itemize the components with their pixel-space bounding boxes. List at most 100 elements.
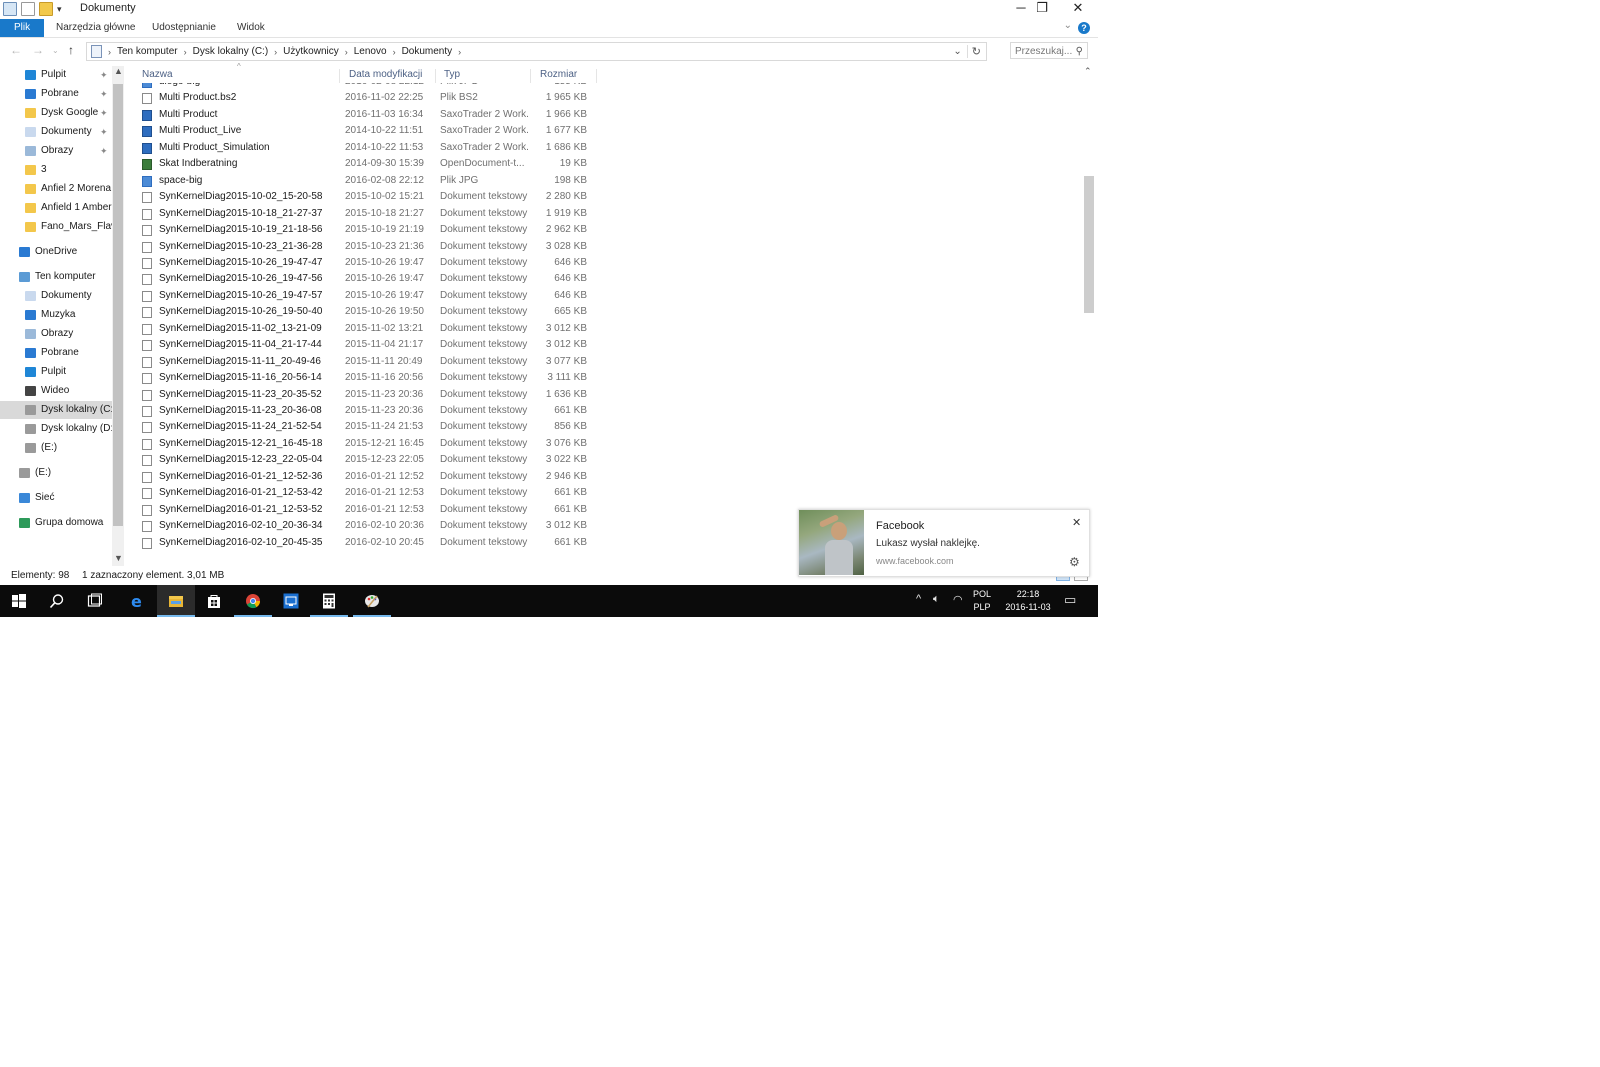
file-row[interactable]: Skat Indberatning 2014-09-30 15:39 OpenDoc…	[130, 156, 600, 172]
scroll-down-arrow-icon[interactable]: ▼	[114, 553, 123, 563]
sidebar-item[interactable]: (E:)	[0, 439, 112, 457]
file-row[interactable]: SynKernelDiag2015-12-23_22-05-04 2015-12-…	[130, 452, 600, 468]
sidebar-item[interactable]: Dokumenty ✦	[0, 123, 112, 141]
file-row[interactable]: SynKernelDiag2016-01-21_12-52-36 2016-01-…	[130, 469, 600, 485]
file-row[interactable]: SynKernelDiag2015-11-04_21-17-44 2015-11-…	[130, 337, 600, 353]
remote-desktop-app[interactable]	[272, 585, 310, 617]
file-row[interactable]: space-big 2016-02-08 22:12 Plik JPG 198 KB	[130, 173, 600, 189]
file-row[interactable]: Multi Product_Live 2014-10-22 11:51 SaxoTr…	[130, 123, 600, 139]
sidebar-item[interactable]: Grupa domowa	[0, 514, 112, 532]
new-folder-check-icon[interactable]	[21, 2, 35, 16]
input-language-indicator[interactable]: POL PLP	[973, 588, 991, 614]
scroll-up-arrow-icon[interactable]: ⌃	[1084, 66, 1092, 77]
forward-arrow-icon[interactable]: →	[32, 43, 44, 57]
sidebar-item[interactable]: Pobrane	[0, 344, 112, 362]
pin-icon[interactable]: ✦	[100, 123, 108, 141]
breadcrumb-uzytkownicy[interactable]: Użytkownicy	[283, 46, 339, 57]
address-bar[interactable]: › Ten komputer › Dysk lokalny (C:) › Uży…	[86, 42, 987, 61]
scroll-up-arrow-icon[interactable]: ▲	[114, 66, 123, 76]
store-app[interactable]	[195, 585, 233, 617]
breadcrumb-dysk-c[interactable]: Dysk lokalny (C:)	[193, 46, 269, 57]
sidebar-item[interactable]: Pulpit	[0, 363, 112, 381]
up-arrow-icon[interactable]: ↑	[68, 43, 74, 57]
sidebar-item[interactable]: 3	[0, 161, 112, 179]
file-row[interactable]: SynKernelDiag2015-11-24_21-52-54 2015-11-…	[130, 419, 600, 435]
paint-app[interactable]	[353, 585, 391, 617]
close-icon[interactable]: ✕	[1072, 516, 1081, 529]
search-input[interactable]: Przeszukaj... ⚲	[1010, 42, 1088, 59]
clock[interactable]: 22:18 2016-11-03	[1000, 588, 1056, 614]
start-button[interactable]	[0, 585, 38, 617]
tab-narzedzia-glowne[interactable]: Narzędzia główne	[50, 19, 142, 37]
pin-icon[interactable]: ✦	[100, 104, 108, 122]
file-row[interactable]: SynKernelDiag2016-01-21_12-53-42 2016-01-…	[130, 485, 600, 501]
help-icon[interactable]: ?	[1078, 22, 1090, 34]
file-row[interactable]: SynKernelDiag2015-10-26_19-50-40 2015-10-…	[130, 304, 600, 320]
close-button[interactable]: ✕	[1060, 0, 1096, 18]
file-row[interactable]: SynKernelDiag2015-10-18_21-27-37 2015-10-…	[130, 206, 600, 222]
sidebar-item[interactable]: Anfield 1 Amber	[0, 199, 112, 217]
sidebar-item[interactable]: Dokumenty	[0, 287, 112, 305]
edge-app[interactable]: e	[118, 585, 156, 617]
volume-icon[interactable]: 🔈︎	[933, 593, 940, 606]
column-header-rozmiar[interactable]: Rozmiar	[536, 69, 597, 83]
scrollbar-thumb[interactable]	[113, 84, 123, 526]
customize-toolbar-icon[interactable]: ▾	[57, 4, 62, 15]
recent-locations-icon[interactable]: ⌄	[52, 46, 59, 55]
search-button[interactable]	[38, 585, 76, 617]
pin-icon[interactable]: ✦	[100, 85, 108, 103]
file-row[interactable]: SynKernelDiag2016-02-10_20-45-35 2016-02-…	[130, 535, 600, 551]
back-arrow-icon[interactable]: ←	[10, 43, 22, 57]
file-row[interactable]: SynKernelDiag2015-11-23_20-35-52 2015-11-…	[130, 387, 600, 403]
pin-icon[interactable]: ✦	[100, 142, 108, 160]
sidebar-item[interactable]: Obrazy	[0, 325, 112, 343]
sidebar-item[interactable]: Sieć	[0, 489, 112, 507]
file-row[interactable]: diego-big 2016-02-08 22:12 Plik JPG155 KB	[130, 83, 600, 90]
show-hidden-icons-icon[interactable]: ^	[916, 593, 921, 605]
task-view-button[interactable]	[76, 585, 114, 617]
address-dropdown-icon[interactable]: ⌄	[953, 46, 961, 57]
column-header-typ[interactable]: Typ	[440, 69, 531, 83]
navigation-pane-scrollbar[interactable]: ▲ ▼	[112, 66, 124, 566]
file-row[interactable]: Multi Product 2016-11-03 16:34 SaxoTrader …	[130, 107, 600, 123]
sidebar-item[interactable]: OneDrive	[0, 243, 112, 261]
tab-plik[interactable]: Plik	[0, 19, 45, 37]
file-row[interactable]: SynKernelDiag2015-11-11_20-49-46 2015-11-…	[130, 354, 600, 370]
sidebar-item[interactable]: Dysk lokalny (D:)	[0, 420, 112, 438]
chrome-app[interactable]	[234, 585, 272, 617]
file-row[interactable]: SynKernelDiag2015-10-26_19-47-47 2015-10-…	[130, 255, 600, 271]
action-center-icon[interactable]: ▭	[1064, 592, 1076, 608]
sidebar-item[interactable]: Pobrane ✦	[0, 85, 112, 103]
gear-icon[interactable]: ⚙	[1069, 555, 1080, 569]
pin-icon[interactable]: ✦	[100, 66, 108, 84]
file-row[interactable]: Multi Product.bs2 2016-11-02 22:25 Plik BS…	[130, 90, 600, 106]
column-header-data[interactable]: Data modyfikacji	[345, 69, 436, 83]
maximize-button[interactable]: ❐	[1024, 0, 1060, 18]
sidebar-item[interactable]: Dysk lokalny (C:)	[0, 401, 112, 419]
sidebar-item[interactable]: Dysk Google ✦	[0, 104, 112, 122]
sidebar-item[interactable]: Pulpit ✦	[0, 66, 112, 84]
sidebar-item[interactable]: (E:)	[0, 464, 112, 482]
properties-icon[interactable]	[3, 2, 17, 16]
facebook-notification-toast[interactable]: Facebook Lukasz wysłał naklejkę. www.fac…	[798, 509, 1090, 577]
tab-widok[interactable]: Widok	[231, 19, 271, 37]
file-row[interactable]: Multi Product_Simulation 2014-10-22 11:53…	[130, 140, 600, 156]
file-row[interactable]: SynKernelDiag2015-12-21_16-45-18 2015-12-…	[130, 436, 600, 452]
column-header-nazwa[interactable]: Nazwa	[138, 69, 340, 83]
file-row[interactable]: SynKernelDiag2015-11-23_20-36-08 2015-11-…	[130, 403, 600, 419]
sidebar-item[interactable]: Wideo	[0, 382, 112, 400]
file-row[interactable]: SynKernelDiag2015-11-16_20-56-14 2015-11-…	[130, 370, 600, 386]
wifi-icon[interactable]: ◠	[953, 593, 963, 606]
sidebar-item[interactable]: Ten komputer	[0, 268, 112, 286]
sidebar-item[interactable]: Anfiel 2 Morena	[0, 180, 112, 198]
breadcrumb-ten-komputer[interactable]: Ten komputer	[117, 46, 178, 57]
file-list-scrollbar[interactable]: ⌃ ⌄	[1082, 66, 1096, 569]
file-row[interactable]: SynKernelDiag2016-01-21_12-53-52 2016-01-…	[130, 502, 600, 518]
breadcrumb-dokumenty[interactable]: Dokumenty	[402, 46, 453, 57]
tab-udostepnianie[interactable]: Udostępnianie	[146, 19, 222, 37]
file-row[interactable]: SynKernelDiag2015-10-02_15-20-58 2015-10-…	[130, 189, 600, 205]
sidebar-item[interactable]: Fano_Mars_Flavi	[0, 218, 112, 236]
sidebar-item[interactable]: Obrazy ✦	[0, 142, 112, 160]
folder-icon[interactable]	[39, 2, 53, 16]
file-row[interactable]: SynKernelDiag2015-10-19_21-18-56 2015-10-…	[130, 222, 600, 238]
